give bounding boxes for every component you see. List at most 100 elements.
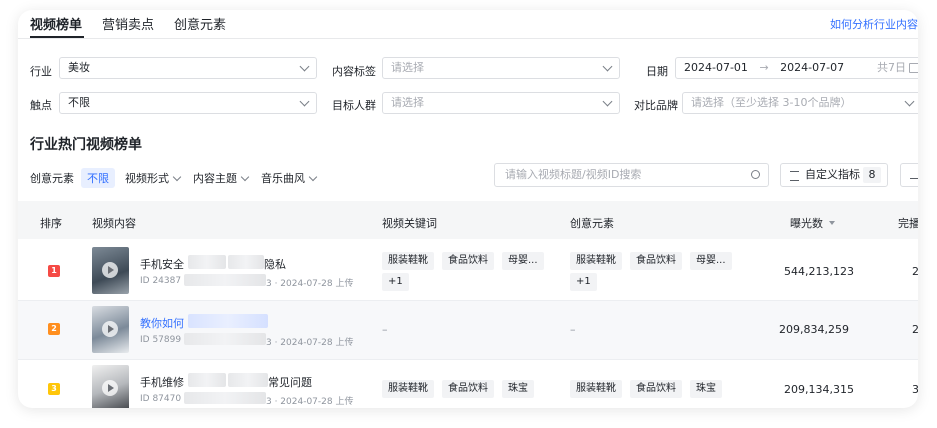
content-tag-placeholder: 请选择 [391,61,424,74]
audience-label: 目标人群 [332,99,376,112]
content-theme-filter[interactable]: 内容主题 [193,170,250,186]
creative-empty: – [570,323,576,336]
search-icon [751,170,760,179]
redacted-text [184,392,266,404]
custom-metrics-button[interactable]: 自定义指标 8 [780,163,888,187]
dashboard-card: 视频榜单 营销卖点 创意元素 如何分析行业内容 行业 美妆 内容标签 请选择 日… [18,10,918,408]
exposure-count: 544,213,123 [784,265,854,278]
date-end: 2024-07-07 [780,61,845,74]
download-button[interactable] [900,163,918,187]
table-header [18,201,918,239]
chevron-down-icon [602,96,613,107]
industry-select[interactable]: 美妆 [59,57,317,79]
redacted-text [228,255,264,269]
audience-placeholder: 请选择 [391,96,424,109]
date-label: 日期 [646,65,668,78]
creative-more[interactable]: +1 [570,273,597,291]
chevron-down-icon [299,61,310,72]
content-tag-select[interactable]: 请选择 [382,57,620,79]
play-icon [102,380,118,396]
row-divider [18,359,918,360]
finish-rate: 3 [912,383,918,396]
creative-filter-all[interactable]: 不限 [81,168,115,188]
keyword-tag: 母婴... [502,252,544,270]
industry-label: 行业 [30,65,52,78]
col-creative: 创意元素 [570,217,614,230]
video-id: ID 87470 [140,394,182,404]
content-theme-label: 内容主题 [193,172,237,185]
creative-tag: 食品饮料 [630,252,682,270]
finish-rate: 2 [912,265,918,278]
touch-label: 触点 [30,99,52,112]
filter-icon [790,171,799,181]
search-placeholder: 请输入视频标题/视频ID搜索 [505,168,642,181]
video-upload-meta: 3 · 2024-07-28 上传 [266,279,354,289]
brand-label: 对比品牌 [634,99,678,112]
creative-tag: 珠宝 [690,380,722,398]
rank-badge: 1 [48,265,60,277]
play-icon [102,262,118,278]
date-days: 共7日 [877,61,906,74]
chevron-down-icon [308,172,318,182]
touch-select[interactable]: 不限 [59,92,317,114]
help-link[interactable]: 如何分析行业内容 [830,16,918,32]
keyword-tag: 珠宝 [502,380,534,398]
video-thumbnail[interactable] [92,247,129,294]
date-arrow: → [759,61,769,74]
rank-badge: 2 [48,323,60,335]
video-title-start[interactable]: 教你如何 [140,315,184,331]
keyword-tag: 食品饮料 [442,380,494,398]
brand-placeholder: 请选择（至少选择 3-10个品牌） [691,96,852,109]
rank-number: 1 [51,266,57,275]
date-range-picker[interactable]: 2024-07-01 → 2024-07-07 共7日 [675,57,918,79]
brand-select[interactable]: 请选择（至少选择 3-10个品牌） [682,92,918,114]
keyword-tag: 食品饮料 [442,252,494,270]
creative-tag: 食品饮料 [630,380,682,398]
keyword-more[interactable]: +1 [382,273,409,291]
sort-icon [829,221,835,225]
audience-select[interactable]: 请选择 [382,92,620,114]
tabs-divider [18,38,918,39]
video-title-start[interactable]: 手机安全 [140,256,184,272]
video-search-input[interactable]: 请输入视频标题/视频ID搜索 [494,163,769,187]
video-form-label: 视频形式 [125,172,169,185]
redacted-text [188,255,226,269]
keyword-tag: 服装鞋靴 [382,252,434,270]
rank-number: 2 [51,324,57,333]
video-title-end: 常见问题 [268,376,312,389]
date-start: 2024-07-01 [684,61,748,74]
creative-tag: 母婴... [690,252,732,270]
video-thumbnail[interactable] [92,306,129,353]
custom-metrics-label: 自定义指标 [805,168,860,181]
music-style-label: 音乐曲风 [261,172,305,185]
industry-value: 美妆 [68,61,90,74]
tab-creative-elements[interactable]: 创意元素 [174,14,226,33]
creative-filter-label: 创意元素 [30,172,74,185]
content-tag-label: 内容标签 [332,65,376,78]
video-upload-meta: 3 · 2024-07-28 上传 [266,338,354,348]
col-finish: 完播 [898,217,918,230]
redacted-text [188,373,226,387]
col-keywords: 视频关键词 [382,217,437,230]
music-style-filter[interactable]: 音乐曲风 [261,170,318,186]
finish-rate: 2 [912,323,918,336]
col-video: 视频内容 [92,217,136,230]
chevron-down-icon [172,172,182,182]
video-id: ID 57899 [140,335,182,345]
col-exposure[interactable]: 曝光数 [790,215,835,231]
creative-tag: 服装鞋靴 [570,252,622,270]
custom-metrics-count: 8 [863,167,881,183]
section-title: 行业热门视频榜单 [30,137,142,153]
video-thumbnail[interactable] [92,365,129,408]
play-icon [102,321,118,337]
video-form-filter[interactable]: 视频形式 [125,170,182,186]
video-title-start[interactable]: 手机维修 [140,374,184,390]
tab-video-ranking[interactable]: 视频榜单 [30,14,82,33]
redacted-text [184,274,266,286]
col-exposure-label: 曝光数 [790,217,823,230]
exposure-count: 209,134,315 [784,383,854,396]
video-title-end: 隐私 [264,258,286,271]
chevron-down-icon [904,96,915,107]
tab-selling-points[interactable]: 营销卖点 [102,14,154,33]
redacted-text [188,314,268,328]
